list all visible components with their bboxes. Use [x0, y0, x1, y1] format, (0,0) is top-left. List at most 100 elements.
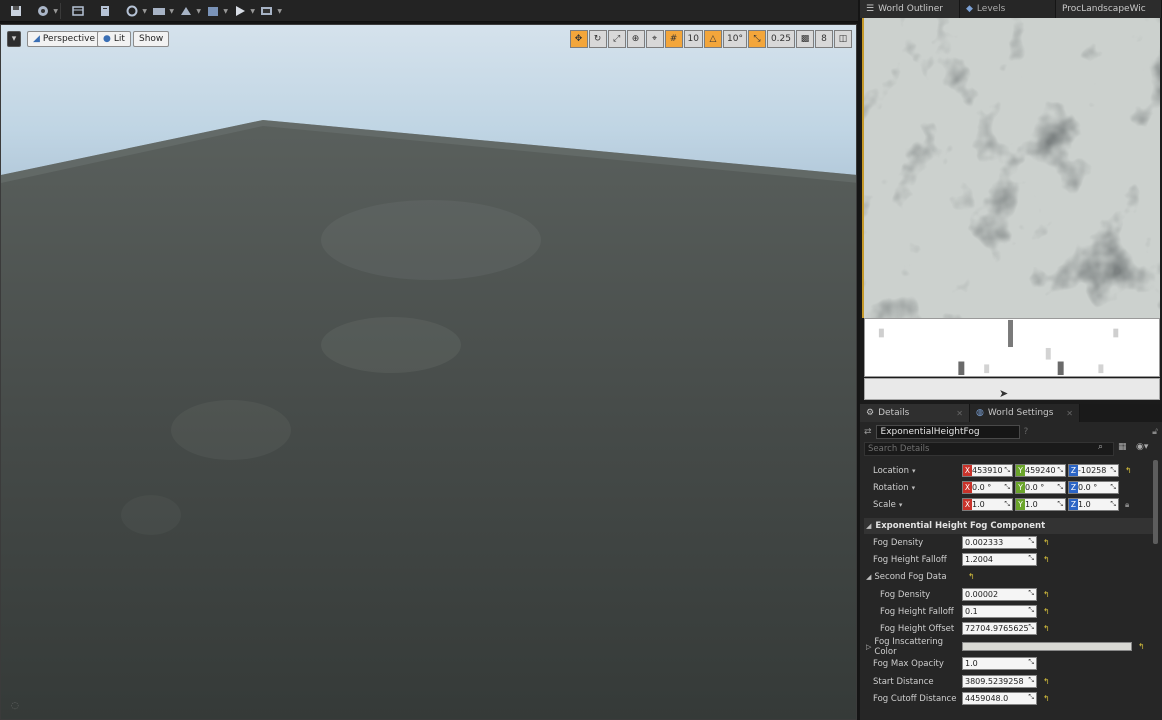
second-fog-height-falloff-field[interactable]: 0.1 ⤡: [962, 605, 1037, 618]
help-icon[interactable]: ?: [1024, 427, 1029, 437]
blueprints-icon[interactable]: ▼: [120, 2, 147, 20]
reset-icon[interactable]: ↰: [968, 572, 975, 581]
fog-inscattering-color-row: ▷ Fog Inscattering Color ↰: [864, 636, 1152, 657]
actor-name-field[interactable]: ExponentialHeightFog: [875, 425, 1020, 439]
camera-speed-value[interactable]: 8: [815, 30, 833, 48]
save-icon[interactable]: [4, 2, 28, 20]
translate-mode-icon[interactable]: ✥: [569, 30, 588, 48]
location-y-field[interactable]: Y 459240 ⤡: [1015, 464, 1066, 477]
second-fog-data-label: ◢ Second Fog Data: [866, 571, 947, 582]
reset-icon[interactable]: ↰: [1043, 624, 1050, 633]
curve-scrollbar[interactable]: ➤: [864, 378, 1160, 400]
launch-icon[interactable]: ▼: [255, 2, 282, 20]
reset-icon[interactable]: ↰: [1043, 538, 1050, 547]
location-z-field[interactable]: Z -10258 ⤡: [1068, 464, 1119, 477]
scale-snap-value[interactable]: 0.25: [766, 30, 795, 48]
play-icon[interactable]: ▼: [228, 2, 255, 20]
tab-world-settings[interactable]: ◍ World Settings ✕: [970, 404, 1080, 422]
perspective-label: Perspective: [42, 34, 96, 44]
world-local-icon[interactable]: ⊕: [626, 30, 645, 48]
eye-icon[interactable]: ◉▾: [1136, 442, 1148, 452]
rotation-row: Rotation ▾ X 0.0 ° ⤡ Y 0.0 ° ⤡ Z 0.0 ° ⤡: [864, 479, 1152, 496]
location-row: Location ▾ X 453910 ⤡ Y 459240 ⤡ Z -10258 ⤡ ↰: [864, 462, 1152, 479]
reset-icon[interactable]: ↰: [1043, 677, 1050, 686]
rotation-y-field[interactable]: Y 0.0 ° ⤡: [1015, 481, 1066, 494]
reset-icon[interactable]: ↰: [1043, 555, 1050, 564]
fog-height-offset-field[interactable]: 72704.9765625 ⤡: [962, 622, 1037, 635]
cursor-icon: ➤: [999, 387, 1009, 400]
cinematics-icon[interactable]: ▼: [147, 2, 174, 20]
show-button[interactable]: Show: [133, 31, 170, 47]
fog-component-category[interactable]: ◢ Exponential Height Fog Component: [864, 518, 1154, 534]
fog-max-opacity-field[interactable]: 1.0 ⤡: [962, 657, 1037, 670]
reset-icon[interactable]: ↰: [1043, 590, 1050, 599]
tab-label: Details: [878, 408, 910, 418]
lock-scale-icon[interactable]: 🔒︎: [1125, 500, 1129, 510]
second-fog-height-falloff-label: Fog Height Falloff: [880, 606, 954, 617]
maximize-viewport-icon[interactable]: ◫: [834, 30, 852, 48]
chevron-down-icon: ▾: [898, 500, 903, 509]
rotation-z-field[interactable]: Z 0.0 ° ⤡: [1068, 481, 1119, 494]
scale-mode-icon[interactable]: ⤢: [607, 30, 626, 48]
start-distance-label: Start Distance: [873, 676, 934, 687]
reset-icon[interactable]: ↰: [1138, 642, 1145, 651]
chevron-down-icon: ◢: [866, 572, 872, 581]
surface-snap-icon[interactable]: ⌖: [645, 30, 664, 48]
lock-icon[interactable]: 🔓︎: [1152, 427, 1158, 437]
second-fog-density-row: Fog Density 0.00002 ⤡ ↰: [864, 586, 1152, 603]
second-fog-data-row[interactable]: ◢ Second Fog Data ↰: [864, 568, 1152, 585]
settings-icon[interactable]: [93, 2, 117, 20]
scale-snap-icon[interactable]: ⤡: [747, 30, 766, 48]
location-x-field[interactable]: X 453910 ⤡: [962, 464, 1013, 477]
tab-world-outliner[interactable]: ☰ World Outliner: [860, 0, 960, 18]
fog-height-falloff-label: Fog Height Falloff: [873, 554, 947, 565]
rotation-x-field[interactable]: X 0.0 ° ⤡: [962, 481, 1013, 494]
inscattering-color-swatch[interactable]: [962, 642, 1132, 651]
build-icon[interactable]: ▼: [174, 2, 201, 20]
close-icon[interactable]: ✕: [1066, 409, 1073, 418]
scale-x-field[interactable]: X 1.0 ⤡: [962, 498, 1013, 511]
start-distance-field[interactable]: 3809.5239258 ⤡: [962, 675, 1037, 688]
start-distance-row: Start Distance 3809.5239258 ⤡ ↰: [864, 673, 1152, 690]
fog-height-offset-row: Fog Height Offset 72704.9765625 ⤡ ↰: [864, 620, 1152, 637]
lit-button[interactable]: ● Lit: [97, 31, 131, 47]
tab-levels[interactable]: ◆ Levels: [960, 0, 1056, 18]
tab-label: Levels: [976, 4, 1006, 14]
second-fog-density-field[interactable]: 0.00002 ⤡: [962, 588, 1037, 601]
search-icon[interactable]: ⌕: [1098, 442, 1103, 452]
category-title: Exponential Height Fog Component: [875, 521, 1046, 531]
marketplace-icon[interactable]: [66, 2, 90, 20]
content-icon[interactable]: ▼: [31, 2, 58, 20]
scale-z-field[interactable]: Z 1.0 ⤡: [1068, 498, 1119, 511]
search-details-input[interactable]: Search Details: [864, 442, 1114, 456]
rotate-mode-icon[interactable]: ↻: [588, 30, 607, 48]
grid-snap-icon[interactable]: #: [664, 30, 683, 48]
property-matrix-icon[interactable]: ▦: [1118, 442, 1127, 452]
camera-speed-icon[interactable]: ▩: [796, 30, 814, 48]
falloff-curve-editor[interactable]: [864, 318, 1160, 377]
actor-icon: ⇄: [864, 427, 872, 437]
tab-details[interactable]: ⚙ Details ✕: [860, 404, 970, 422]
fog-cutoff-distance-field[interactable]: 4459048.0 ⤡: [962, 692, 1037, 705]
actor-name-row: ⇄ ExponentialHeightFog ? 🔓︎: [864, 424, 1158, 440]
reset-icon[interactable]: ↰: [1043, 607, 1050, 616]
reset-icon[interactable]: ↰: [1125, 466, 1132, 475]
tab-label: ProcLandscapeWic: [1062, 4, 1146, 14]
tab-proc-landscape[interactable]: ProcLandscapeWic: [1056, 0, 1162, 18]
close-icon[interactable]: ✕: [956, 409, 963, 418]
reset-icon[interactable]: ↰: [1043, 694, 1050, 703]
viewport-options-dropdown[interactable]: ▾: [7, 31, 21, 47]
chevron-down-icon: ◢: [866, 522, 872, 530]
second-fog-height-falloff-row: Fog Height Falloff 0.1 ⤡ ↰: [864, 603, 1152, 620]
fog-height-falloff-field[interactable]: 1.2004 ⤡: [962, 553, 1037, 566]
details-scrollbar[interactable]: [1153, 460, 1158, 544]
compile-icon[interactable]: ▼: [201, 2, 228, 20]
grid-snap-value[interactable]: 10: [683, 30, 703, 48]
perspective-button[interactable]: ◢ Perspective: [27, 31, 102, 47]
scale-y-field[interactable]: Y 1.0 ⤡: [1015, 498, 1066, 511]
fog-inscattering-color-label: ▷ Fog Inscattering Color: [866, 636, 944, 657]
rotation-snap-value[interactable]: 10°: [723, 30, 747, 48]
level-viewport[interactable]: ▾ ◢ Perspective ● Lit Show ✥ ↻ ⤢ ⊕ ⌖ # 1…: [0, 24, 857, 720]
fog-density-field[interactable]: 0.002333 ⤡: [962, 536, 1037, 549]
rotation-snap-icon[interactable]: △: [704, 30, 722, 48]
